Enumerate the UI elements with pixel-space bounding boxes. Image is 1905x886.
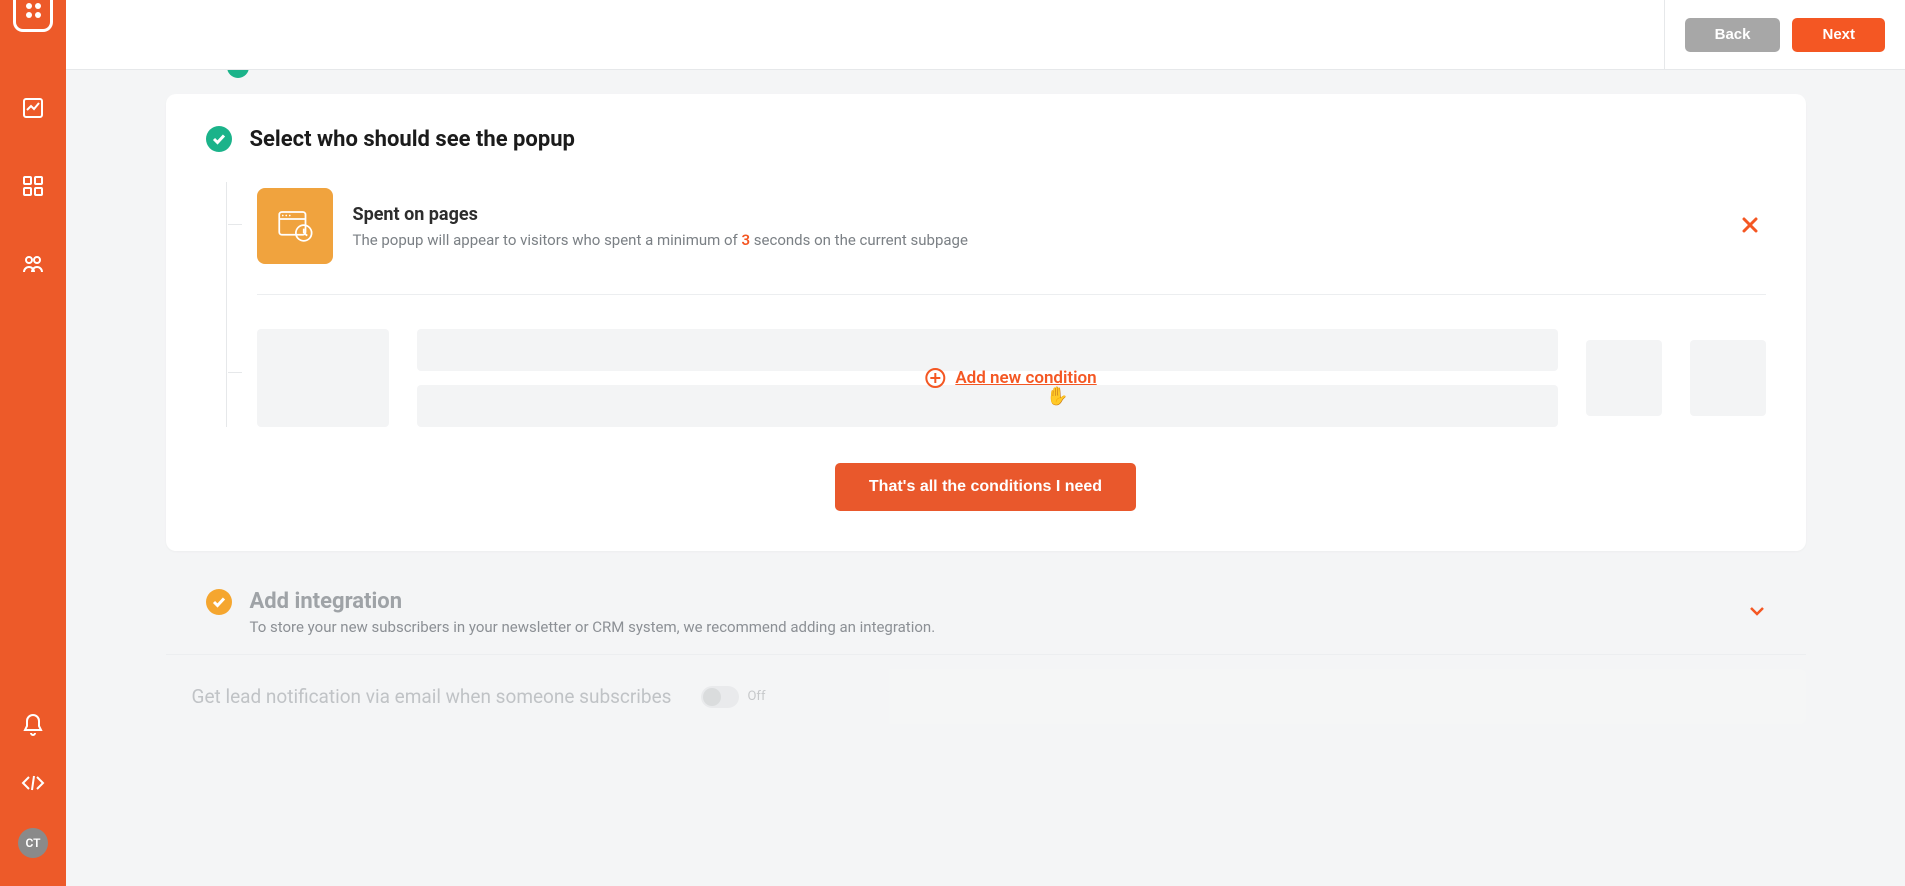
add-condition-button[interactable]: Add new condition — [925, 368, 1096, 388]
sidebar: CT — [0, 0, 66, 886]
plus-circle-icon — [925, 368, 945, 388]
placeholder-line — [417, 329, 1558, 371]
step-check-icon — [206, 589, 232, 615]
main-content: Select who should see the popup — [66, 0, 1905, 764]
lead-notification-toggle[interactable]: Off — [701, 686, 765, 708]
sidebar-item-audience[interactable] — [20, 251, 46, 277]
integration-title: Add integration — [250, 589, 1730, 614]
close-icon — [1742, 217, 1758, 233]
lead-notification-label: Get lead notification via email when som… — [192, 685, 672, 708]
section-title: Select who should see the popup — [250, 127, 575, 152]
chevron-down-icon — [1748, 602, 1766, 620]
add-condition-label: Add new condition — [955, 368, 1096, 388]
back-button[interactable]: Back — [1685, 18, 1781, 52]
user-avatar[interactable]: CT — [18, 828, 48, 858]
integration-description: To store your new subscribers in your ne… — [250, 618, 1730, 636]
brand-logo[interactable] — [13, 0, 53, 32]
spent-on-pages-icon — [257, 188, 333, 264]
remove-condition-button[interactable] — [1734, 206, 1766, 247]
toggle-knob — [703, 688, 721, 706]
next-button[interactable]: Next — [1792, 18, 1885, 52]
toggle-track — [701, 686, 739, 708]
lead-notification-row: Get lead notification via email when som… — [166, 669, 1806, 724]
condition-description: The popup will appear to visitors who sp… — [353, 231, 1714, 249]
bell-icon — [21, 713, 45, 737]
placeholder-block — [1586, 340, 1662, 416]
sidebar-item-analytics[interactable] — [20, 95, 46, 121]
chart-icon — [21, 96, 45, 120]
people-icon — [21, 252, 45, 276]
topbar: Back Next — [66, 0, 1905, 70]
condition-title: Spent on pages — [353, 204, 1714, 225]
section-add-integration[interactable]: Add integration To store your new subscr… — [166, 581, 1806, 655]
section-select-audience: Select who should see the popup — [166, 94, 1806, 551]
placeholder-line — [417, 385, 1558, 427]
placeholder-block — [1690, 340, 1766, 416]
condition-placeholder-row: Add new condition ✋ — [257, 329, 1766, 427]
condition-row: Spent on pages The popup will appear to … — [257, 182, 1766, 295]
topbar-separator — [1664, 0, 1665, 70]
apps-icon — [21, 174, 45, 198]
sidebar-item-code[interactable] — [20, 770, 46, 796]
conditions-done-button[interactable]: That's all the conditions I need — [835, 463, 1136, 511]
placeholder-block — [257, 329, 389, 427]
step-check-icon — [206, 126, 232, 152]
sidebar-item-notifications[interactable] — [20, 712, 46, 738]
toggle-state-label: Off — [747, 689, 765, 704]
code-icon — [21, 771, 45, 795]
sidebar-item-apps[interactable] — [20, 173, 46, 199]
expand-integration-button[interactable] — [1748, 602, 1766, 624]
